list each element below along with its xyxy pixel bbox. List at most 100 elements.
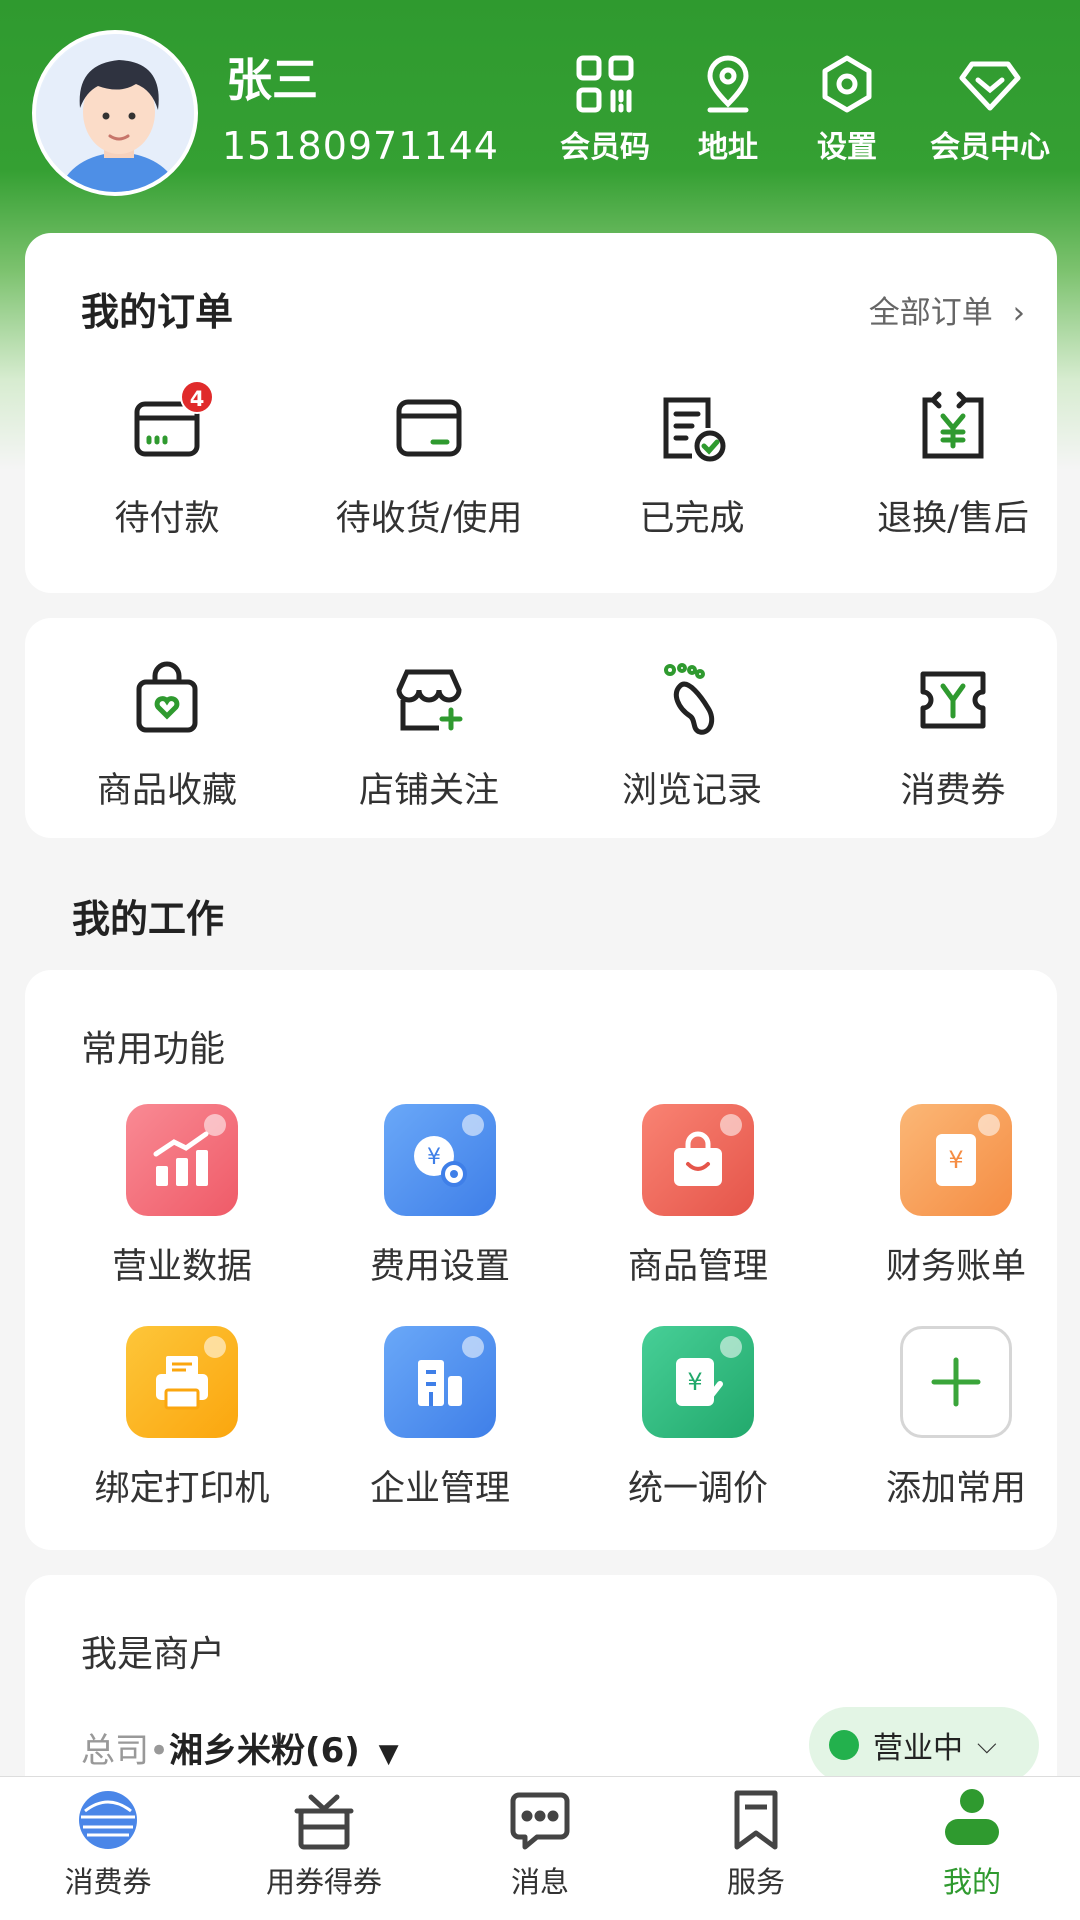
favorites-item-label: 消费券 (900, 771, 1006, 811)
tab-label: 我的 (942, 1865, 1001, 1899)
favorite-products[interactable]: 商品收藏 (47, 660, 287, 813)
svg-text:¥: ¥ (687, 1368, 702, 1396)
member-center-button[interactable]: 会员中心 (925, 52, 1055, 166)
tab-messages[interactable]: 消息 (432, 1787, 648, 1901)
person-icon (945, 1789, 999, 1845)
favorites-item-label: 店铺关注 (358, 771, 499, 811)
wallet-icon (396, 399, 462, 457)
settings-label: 设置 (817, 130, 877, 165)
order-item-label: 已完成 (639, 499, 745, 539)
location-pin-icon (707, 55, 749, 113)
bind-printer-button[interactable]: 绑定打印机 (52, 1326, 312, 1511)
function-label: 添加常用 (885, 1469, 1026, 1509)
order-pending-payment[interactable]: 4 待付款 (47, 380, 287, 541)
function-label: 费用设置 (369, 1247, 510, 1287)
order-after-sales[interactable]: 退换/售后 (833, 388, 1073, 541)
bottom-tab-bar: 消费券 用券得券 消息 服务 我的 (0, 1776, 1080, 1920)
function-label: 营业数据 (111, 1247, 252, 1287)
svg-text:¥: ¥ (948, 1146, 963, 1174)
pending-payment-badge: 4 (180, 380, 214, 414)
price-edit-icon: ¥ (642, 1326, 754, 1438)
footprint-icon (664, 663, 715, 735)
status-dot (829, 1730, 859, 1760)
tab-label: 消费券 (64, 1865, 152, 1899)
product-management-button[interactable]: 商品管理 (568, 1104, 828, 1289)
tab-label: 用券得券 (265, 1865, 382, 1899)
tab-label: 服务 (726, 1865, 785, 1899)
function-label: 商品管理 (627, 1247, 768, 1287)
fee-settings-icon: ¥ (384, 1104, 496, 1216)
chevron-right-icon: › (1012, 295, 1025, 331)
common-functions-card: 常用功能 营业数据 ¥ 费用设置 商品管理 ¥ 财务账单 绑定打印机 企业管理 … (25, 970, 1057, 1550)
favorites-item-label: 浏览记录 (621, 771, 762, 811)
company-name: 湘乡米粉(6) (169, 1731, 360, 1771)
function-label: 财务账单 (885, 1247, 1026, 1287)
chevron-down-icon: ⌵ (977, 1729, 997, 1760)
bar-chart-icon (126, 1104, 238, 1216)
member-code-button[interactable]: 会员码 (540, 52, 670, 166)
bag-icon (642, 1104, 754, 1216)
fee-settings-button[interactable]: ¥ 费用设置 (310, 1104, 570, 1289)
status-label: 营业中 (873, 1731, 963, 1766)
settings-hex-icon (822, 55, 872, 113)
unified-pricing-button[interactable]: ¥ 统一调价 (568, 1326, 828, 1511)
building-icon (384, 1326, 496, 1438)
orders-card: 我的订单 全部订单 › 4 待付款 待收货/使用 已完成 退换/售后 (25, 233, 1057, 593)
tab-coupons[interactable]: 消费券 (0, 1787, 216, 1901)
avatar[interactable] (32, 30, 198, 196)
tab-services[interactable]: 服务 (648, 1787, 864, 1901)
doc-check-icon (663, 397, 726, 462)
tab-use-coupons[interactable]: 用券得券 (216, 1787, 432, 1901)
qr-code-icon (576, 55, 634, 113)
message-icon (510, 1792, 570, 1850)
shopping-bag-heart-icon (136, 661, 198, 733)
address-label: 地址 (698, 130, 758, 165)
all-orders-label: 全部订单 (868, 295, 993, 331)
business-status-toggle[interactable]: 营业中 ⌵ (809, 1707, 1039, 1783)
function-label: 绑定打印机 (94, 1469, 270, 1509)
add-common-button[interactable]: 添加常用 (826, 1326, 1080, 1511)
my-work-title: 我的工作 (72, 897, 225, 941)
bill-icon: ¥ (900, 1104, 1012, 1216)
financial-bills-button[interactable]: ¥ 财务账单 (826, 1104, 1080, 1289)
tab-mine[interactable]: 我的 (864, 1787, 1080, 1901)
address-button[interactable]: 地址 (663, 52, 793, 166)
svg-text:¥: ¥ (427, 1145, 441, 1170)
user-name: 张三 (226, 53, 318, 107)
coupons[interactable]: 消费券 (833, 660, 1073, 813)
browse-history[interactable]: 浏览记录 (572, 660, 812, 813)
store-plus-icon (396, 669, 463, 731)
tab-label: 消息 (510, 1865, 569, 1899)
user-phone: 15180971144 (222, 124, 499, 168)
plus-icon (900, 1326, 1012, 1438)
merchant-title: 我是商户 (81, 1634, 226, 1675)
common-functions-title: 常用功能 (81, 1029, 226, 1070)
order-pending-delivery[interactable]: 待收货/使用 (309, 388, 549, 541)
avatar-illustration (36, 34, 194, 192)
member-center-label: 会员中心 (930, 130, 1050, 165)
order-item-label: 待付款 (114, 499, 220, 539)
printer-icon (126, 1326, 238, 1438)
order-item-label: 待收货/使用 (335, 499, 523, 539)
order-item-label: 退换/售后 (877, 499, 1029, 539)
favorites-card: 商品收藏 店铺关注 浏览记录 消费券 (25, 618, 1057, 838)
orders-title: 我的订单 (81, 290, 234, 334)
all-orders-link[interactable]: 全部订单 › (869, 287, 1025, 332)
coupon-y-icon (920, 671, 986, 729)
function-label: 统一调价 (627, 1469, 768, 1509)
enterprise-management-button[interactable]: 企业管理 (310, 1326, 570, 1511)
member-code-label: 会员码 (560, 130, 650, 165)
business-data-button[interactable]: 营业数据 (52, 1104, 312, 1289)
followed-stores[interactable]: 店铺关注 (309, 660, 549, 813)
settings-button[interactable]: 设置 (782, 52, 912, 166)
bookmark-icon (734, 1790, 778, 1850)
company-selector[interactable]: 总司•湘乡米粉(6) ▼ (81, 1723, 399, 1772)
function-label: 企业管理 (369, 1469, 510, 1509)
order-completed[interactable]: 已完成 (572, 388, 812, 541)
company-prefix: 总司 (81, 1731, 149, 1771)
favorites-item-label: 商品收藏 (96, 771, 237, 811)
caret-down-icon: ▼ (378, 1739, 399, 1769)
gift-box-icon (294, 1794, 354, 1850)
refund-yen-icon (922, 391, 984, 459)
coupon-globe-icon (79, 1791, 137, 1849)
